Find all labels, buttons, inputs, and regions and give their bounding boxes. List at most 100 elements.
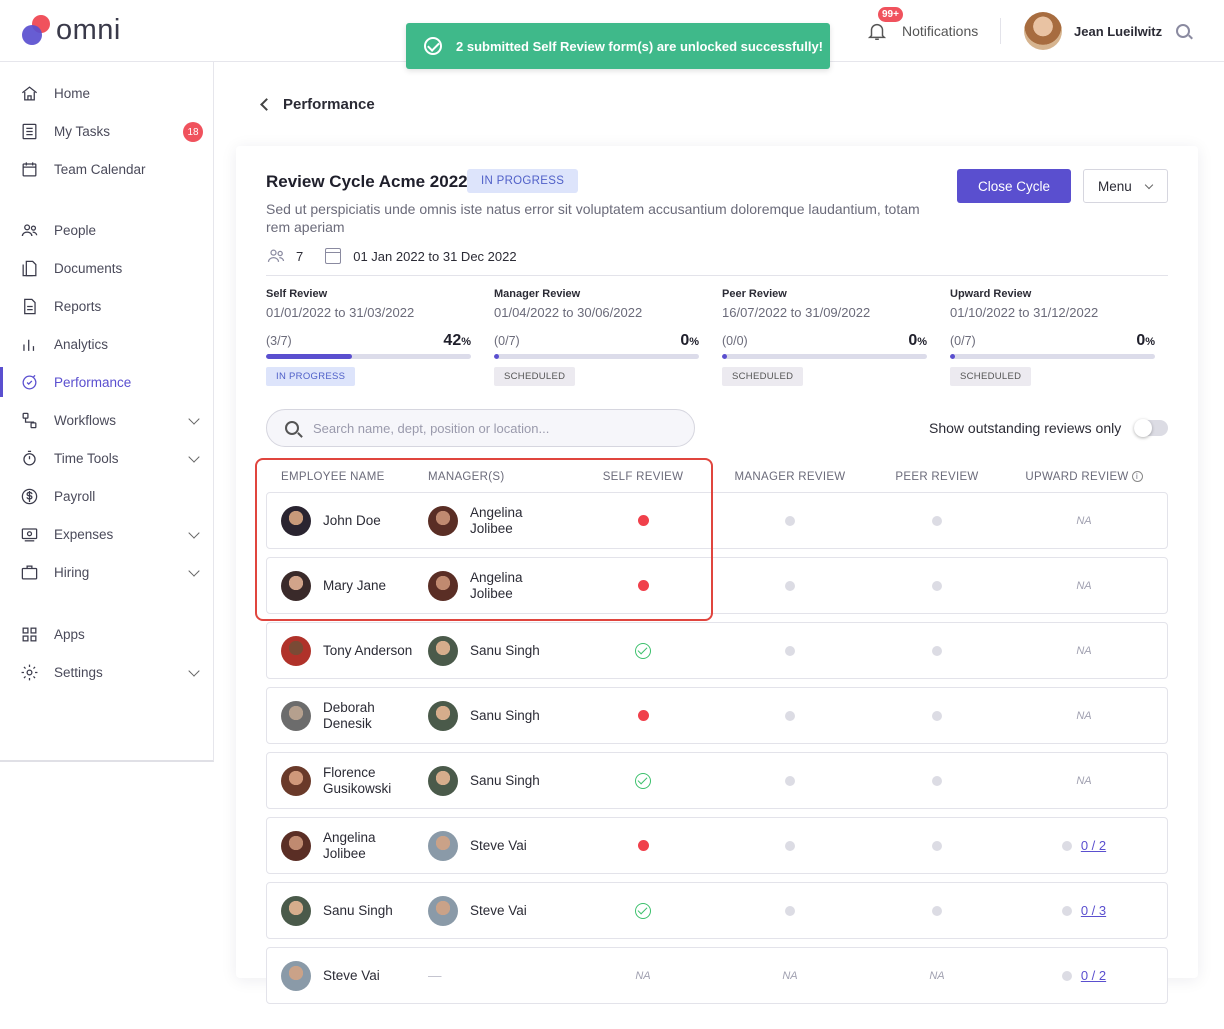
search-icon[interactable]: [1176, 24, 1191, 38]
upward-review-status: NA: [1044, 700, 1124, 731]
phase-progress-fill: [722, 354, 728, 359]
sidebar-item-home[interactable]: Home: [0, 78, 214, 108]
manager-cell: Steve Vai: [428, 895, 527, 926]
phase-progress-row: (3/7) 42%: [266, 332, 471, 350]
peer-review-status: [917, 765, 957, 796]
employee-name-line: Steve Vai: [323, 967, 380, 983]
calendar-icon: [325, 248, 342, 264]
sidebar-item-time-tools[interactable]: Time Tools: [0, 443, 214, 473]
dollar-icon: [19, 486, 39, 506]
sidebar-item-performance[interactable]: Performance: [0, 367, 214, 397]
employee-cell: Tony Anderson: [281, 635, 412, 666]
employee-name-line: Gusikowski: [323, 780, 392, 796]
outstanding-toggle[interactable]: [1134, 419, 1168, 437]
manager-name: —: [428, 968, 442, 984]
manager-name-line: Sanu Singh: [470, 707, 540, 723]
user-menu[interactable]: Jean Lueilwitz: [1024, 12, 1191, 50]
employee-name[interactable]: Deborah Denesik: [323, 700, 375, 732]
table-row[interactable]: [266, 947, 1168, 1004]
sidebar-item-documents[interactable]: Documents: [0, 253, 214, 283]
sidebar-item-payroll[interactable]: Payroll: [0, 481, 214, 511]
employee-cell: Florence Gusikowski: [281, 765, 391, 796]
phase-count: (0/7): [950, 334, 976, 348]
table-row[interactable]: [266, 687, 1168, 744]
upward-review-dot: [1061, 970, 1072, 981]
peer-review-not-started-dot: [932, 840, 942, 851]
table-row[interactable]: [266, 882, 1168, 939]
omni-logo[interactable]: omni: [22, 14, 121, 47]
notifications-button[interactable]: 99+ Notifications: [866, 7, 978, 42]
cycle-meta: 7 01 Jan 2022 to 31 Dec 2022: [266, 248, 517, 264]
sidebar-item-workflows[interactable]: Workflows: [0, 405, 214, 435]
sidebar-item-hiring[interactable]: Hiring: [0, 557, 214, 587]
sidebar-item-label: Hiring: [54, 564, 90, 580]
employee-name[interactable]: Steve Vai: [323, 968, 380, 984]
employee-name-line: Deborah: [323, 699, 375, 715]
toast-message: 2 submitted Self Review form(s) are unlo…: [456, 38, 824, 54]
analytics-icon: [19, 334, 39, 354]
info-icon[interactable]: i: [1131, 471, 1143, 482]
back-link[interactable]: Performance: [260, 96, 375, 113]
chevron-down-icon[interactable]: [188, 565, 200, 577]
sidebar-item-reports[interactable]: Reports: [0, 291, 214, 321]
sidebar-item-my-tasks[interactable]: My Tasks 18: [0, 116, 214, 146]
column-header-label: EMPLOYEE NAME: [281, 471, 385, 483]
column-header-label: MANAGER(S): [428, 471, 505, 483]
sidebar-item-expenses[interactable]: Expenses: [0, 519, 214, 549]
chevron-down-icon[interactable]: [188, 413, 200, 425]
table-row[interactable]: [266, 817, 1168, 874]
bell-icon: 99+: [866, 7, 903, 42]
phase-progress-row: (0/7) 0%: [494, 332, 699, 350]
table-row[interactable]: [266, 752, 1168, 809]
page-title: Performance: [283, 96, 375, 113]
sidebar-item-label: Expenses: [54, 526, 114, 542]
sidebar-item-analytics[interactable]: Analytics: [0, 329, 214, 359]
chevron-down-icon[interactable]: [188, 665, 200, 677]
logo-mark-icon: [22, 14, 50, 47]
upward-review-not-applicable: NA: [1076, 644, 1092, 657]
menu-dropdown-button[interactable]: Menu: [1083, 169, 1168, 203]
self-review-status: [623, 895, 663, 926]
employee-name-line: Angelina: [323, 829, 376, 845]
manager-name: Steve Vai: [470, 903, 527, 919]
employee-name[interactable]: Sanu Singh: [323, 903, 393, 919]
close-cycle-button[interactable]: Close Cycle: [957, 169, 1071, 203]
phase-percent-value: 0: [1136, 332, 1146, 349]
search-placeholder: Search name, dept, position or location.…: [313, 420, 550, 436]
workflows-icon: [19, 410, 39, 430]
sidebar-item-label: Settings: [54, 664, 103, 680]
phase-progress-row: (0/7) 0%: [950, 332, 1155, 350]
chevron-left-icon: [260, 98, 273, 111]
upward-review-status: NA: [1044, 505, 1124, 536]
upward-review-count: 0 / 3: [1080, 902, 1107, 918]
employee-name[interactable]: Angelina Jolibee: [323, 830, 376, 862]
upward-review-progress-link[interactable]: 0 / 3: [1061, 902, 1107, 919]
sidebar-item-label: Reports: [54, 298, 102, 314]
timer-icon: [19, 448, 39, 468]
phase-dates: 01/10/2022 to 31/12/2022: [950, 305, 1099, 320]
performance-icon: [19, 372, 39, 392]
upward-review-progress-link[interactable]: 0 / 2: [1061, 968, 1106, 984]
employee-name[interactable]: Florence Gusikowski: [323, 765, 391, 797]
sidebar-item-label: Analytics: [54, 336, 109, 352]
search-input[interactable]: Search name, dept, position or location.…: [266, 409, 695, 447]
peer-review-status: NA: [917, 960, 957, 991]
success-toast: 2 submitted Self Review form(s) are unlo…: [406, 23, 830, 69]
manager-name-line: —: [428, 967, 442, 983]
employee-cell: Angelina Jolibee: [281, 830, 376, 861]
phase-peer-review: Peer Review 16/07/2022 to 31/09/2022 (0/0)…: [722, 288, 927, 386]
sidebar-item-people[interactable]: People: [0, 215, 214, 245]
employee-name-line: Tony Anderson: [323, 642, 413, 658]
peer-review-not-started-dot: [932, 645, 942, 656]
phase-status-badge: IN PROGRESS: [266, 367, 356, 386]
chevron-down-icon[interactable]: [188, 451, 200, 463]
chevron-down-icon[interactable]: [188, 527, 200, 539]
sidebar-item-apps[interactable]: Apps: [0, 619, 214, 649]
sidebar-item-team-calendar[interactable]: Team Calendar: [0, 154, 214, 184]
phase-name: Upward Review: [950, 288, 1032, 300]
sidebar-item-label: Workflows: [54, 412, 117, 428]
phase-progress-fill: [266, 354, 353, 359]
employee-name[interactable]: Tony Anderson: [323, 643, 412, 659]
sidebar-item-settings[interactable]: Settings: [0, 657, 214, 687]
upward-review-progress-link[interactable]: 0 / 2: [1061, 838, 1106, 854]
